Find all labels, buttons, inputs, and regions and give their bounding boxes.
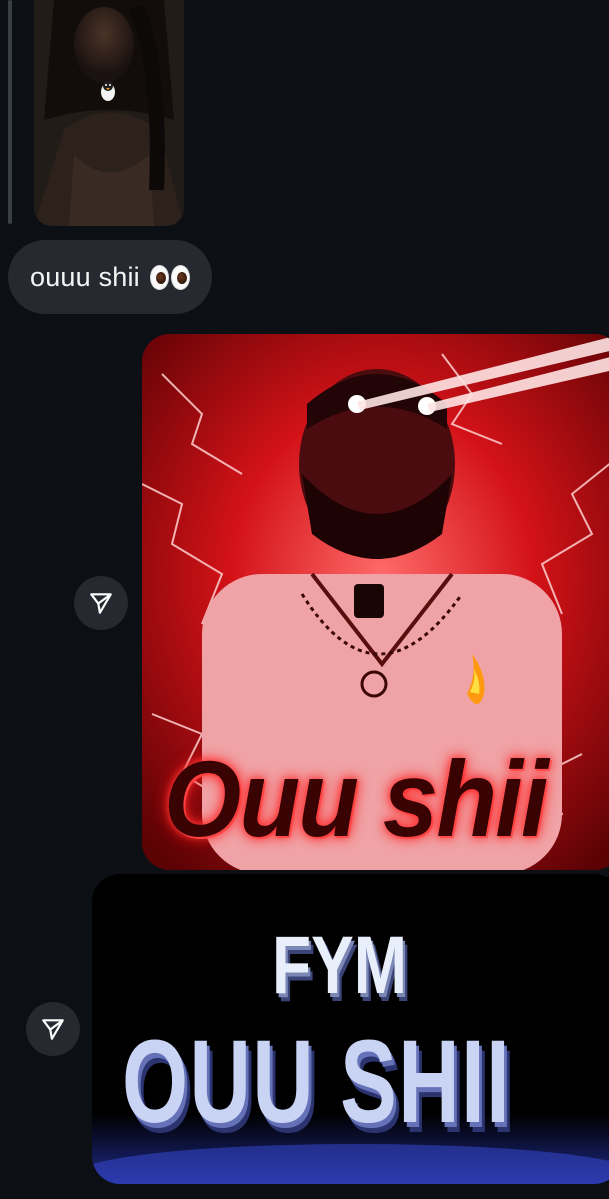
incoming-message-bubble[interactable]: ouuu shii xyxy=(8,240,212,314)
eyes-emoji-icon xyxy=(149,264,190,290)
red-meme-caption: Ouu shii xyxy=(164,738,549,859)
share-button[interactable] xyxy=(74,576,128,630)
share-button[interactable] xyxy=(26,1002,80,1056)
story-reply-indicator xyxy=(8,0,12,224)
story-reply-thumbnail[interactable] xyxy=(34,0,184,226)
outgoing-gif-blue[interactable]: FYM OUU SHII xyxy=(92,874,609,1184)
blue-meme-caption-line1: FYM xyxy=(272,920,408,1011)
message-text: ouuu shii xyxy=(30,261,140,292)
send-icon xyxy=(42,1019,64,1040)
send-icon xyxy=(90,593,112,614)
eye-right xyxy=(170,264,190,290)
eye-left xyxy=(149,264,169,290)
blue-meme-caption-line2: OUU SHII xyxy=(122,1016,512,1148)
dm-thread: ouuu shii Ouu shii FYM OUU SHII xyxy=(0,0,609,1199)
outgoing-gif-red[interactable]: Ouu shii xyxy=(142,334,609,870)
story-photo xyxy=(34,0,184,226)
